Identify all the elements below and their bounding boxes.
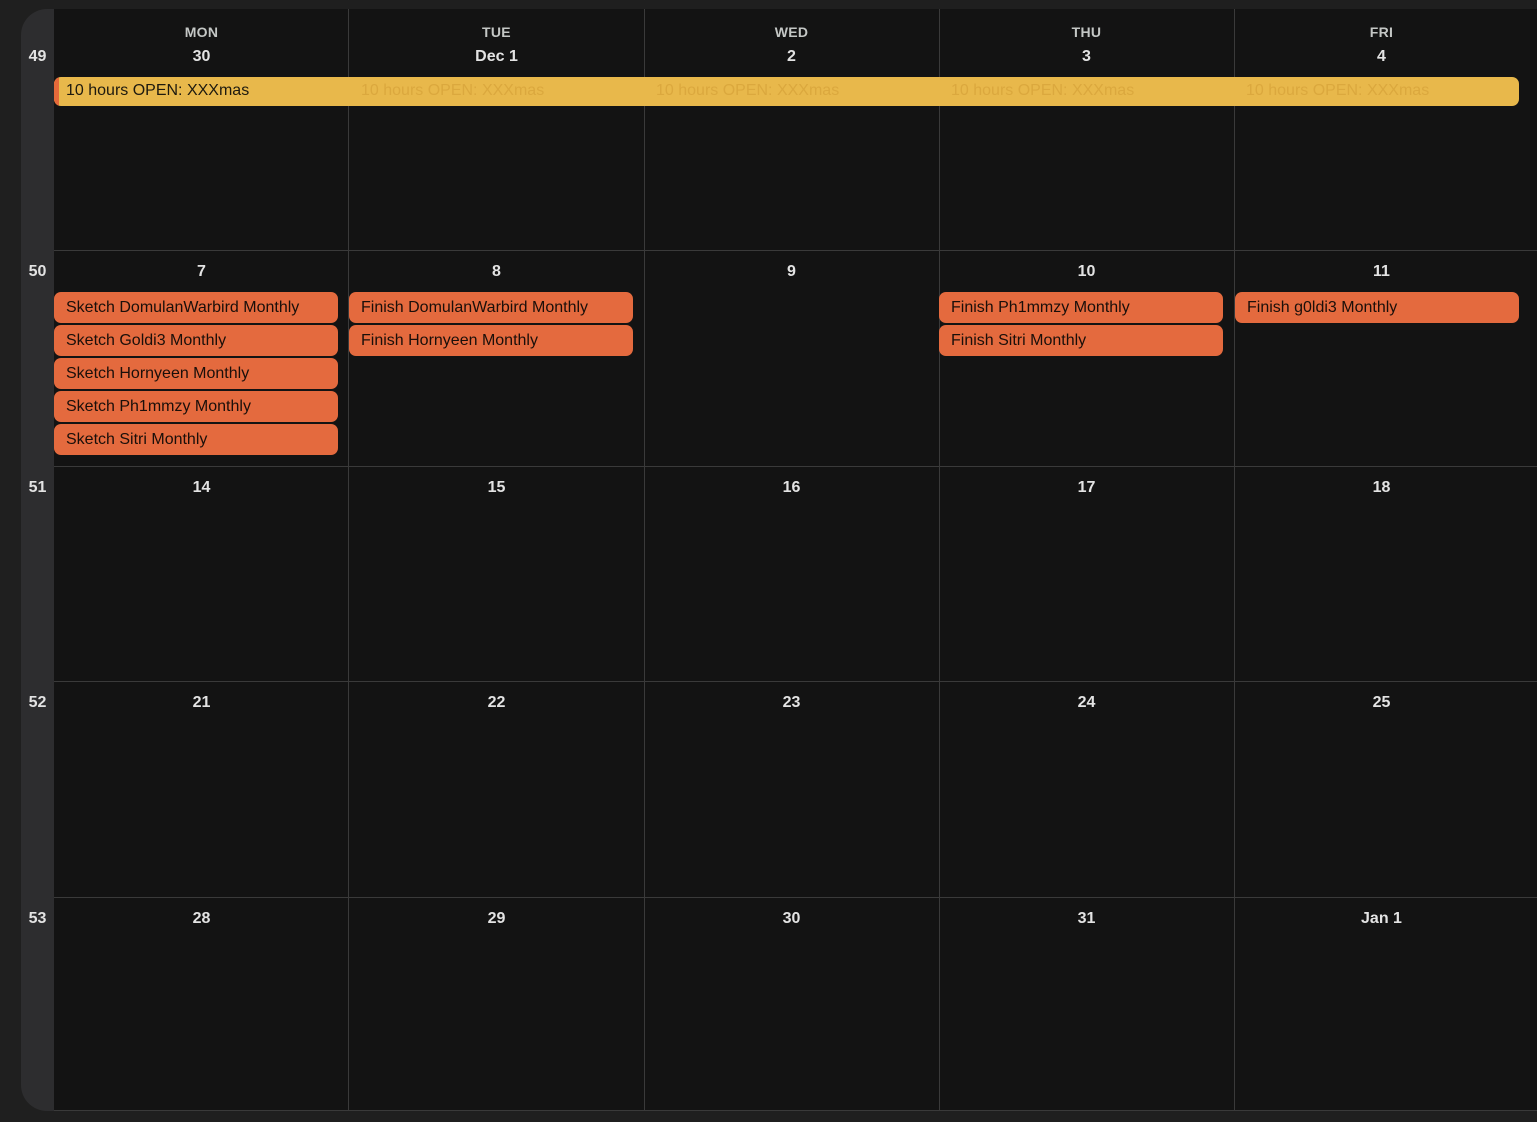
date-label[interactable]: 30 xyxy=(54,48,349,66)
event-chip[interactable]: Sketch Hornyeen Monthly xyxy=(54,358,338,389)
date-label[interactable]: Dec 1 xyxy=(349,48,644,66)
date-label[interactable]: 8 xyxy=(349,263,644,281)
day-header-tue: TUE xyxy=(482,24,511,40)
week-number-49[interactable]: 49 xyxy=(21,48,54,66)
event-chip[interactable]: Finish Sitri Monthly xyxy=(939,325,1223,356)
event-chip[interactable]: Sketch DomulanWarbird Monthly xyxy=(54,292,338,323)
day-header-fri: FRI xyxy=(1369,24,1394,40)
date-label[interactable]: 14 xyxy=(54,479,349,497)
date-label[interactable]: 30 xyxy=(644,910,939,928)
multi-day-event-title: 10 hours OPEN: XXXmas xyxy=(66,82,250,99)
calendar-grid: MON TUE WED THU FRI 30 Dec 1 2 3 4 7 8 9… xyxy=(54,9,1537,1111)
row-divider xyxy=(54,1110,1537,1111)
week-number-51[interactable]: 51 xyxy=(21,479,54,497)
row-divider xyxy=(54,250,1537,251)
date-label[interactable]: 15 xyxy=(349,479,644,497)
date-label[interactable]: 24 xyxy=(939,694,1234,712)
event-chip[interactable]: Sketch Goldi3 Monthly xyxy=(54,325,338,356)
date-label[interactable]: 16 xyxy=(644,479,939,497)
event-color-edge xyxy=(54,77,59,106)
date-label[interactable]: 23 xyxy=(644,694,939,712)
column-divider xyxy=(939,9,940,1111)
date-label[interactable]: 28 xyxy=(54,910,349,928)
column-divider xyxy=(644,9,645,1111)
multi-day-event-ghost-label: 10 hours OPEN: XXXmas xyxy=(656,82,840,99)
event-chip[interactable]: Sketch Sitri Monthly xyxy=(54,424,338,455)
multi-day-event-ghost-label: 10 hours OPEN: XXXmas xyxy=(361,82,545,99)
date-label[interactable]: 17 xyxy=(939,479,1234,497)
week-number-52[interactable]: 52 xyxy=(21,694,54,712)
date-label[interactable]: 11 xyxy=(1234,263,1529,281)
multi-day-event-bar[interactable]: 10 hours OPEN: XXXmas 10 hours OPEN: XXX… xyxy=(54,77,1519,106)
week-number-50[interactable]: 50 xyxy=(21,263,54,281)
date-label[interactable]: 29 xyxy=(349,910,644,928)
date-label[interactable]: 3 xyxy=(939,48,1234,66)
row-divider xyxy=(54,897,1537,898)
date-label[interactable]: 18 xyxy=(1234,479,1529,497)
date-label[interactable]: 31 xyxy=(939,910,1234,928)
week-number-53[interactable]: 53 xyxy=(21,910,54,928)
day-header-wed: WED xyxy=(774,24,809,40)
date-label[interactable]: 7 xyxy=(54,263,349,281)
column-divider xyxy=(348,9,349,1111)
date-label[interactable]: 10 xyxy=(939,263,1234,281)
multi-day-event-ghost-label: 10 hours OPEN: XXXmas xyxy=(951,82,1135,99)
date-label[interactable]: 4 xyxy=(1234,48,1529,66)
row-divider xyxy=(54,466,1537,467)
day-header-mon: MON xyxy=(184,24,219,40)
date-label[interactable]: 2 xyxy=(644,48,939,66)
event-chip[interactable]: Finish Ph1mmzy Monthly xyxy=(939,292,1223,323)
date-label[interactable]: 9 xyxy=(644,263,939,281)
date-label[interactable]: 25 xyxy=(1234,694,1529,712)
week-number-gutter: 49 50 51 52 53 xyxy=(21,9,54,1111)
row-divider xyxy=(54,681,1537,682)
date-label[interactable]: Jan 1 xyxy=(1234,910,1529,928)
event-chip[interactable]: Finish g0ldi3 Monthly xyxy=(1235,292,1519,323)
date-label[interactable]: 21 xyxy=(54,694,349,712)
event-chip[interactable]: Finish Hornyeen Monthly xyxy=(349,325,633,356)
date-label[interactable]: 22 xyxy=(349,694,644,712)
event-chip[interactable]: Finish DomulanWarbird Monthly xyxy=(349,292,633,323)
event-chip[interactable]: Sketch Ph1mmzy Monthly xyxy=(54,391,338,422)
month-calendar: 49 50 51 52 53 MON TUE WED THU FRI 30 De… xyxy=(21,9,1537,1111)
column-divider xyxy=(1234,9,1235,1111)
day-header-thu: THU xyxy=(1071,24,1102,40)
multi-day-event-ghost-label: 10 hours OPEN: XXXmas xyxy=(1246,82,1430,99)
